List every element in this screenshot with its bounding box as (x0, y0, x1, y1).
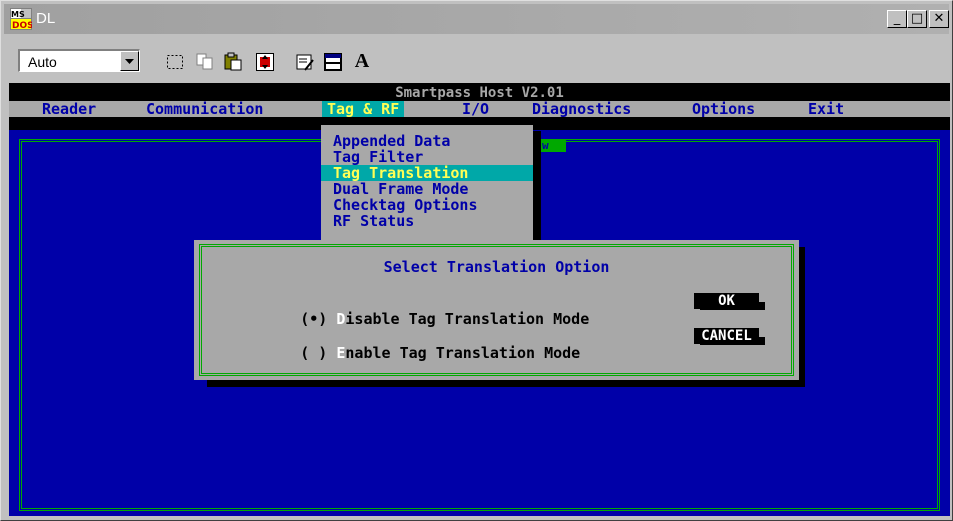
option-enable-translation[interactable]: ( ) Enable Tag Translation Mode (228, 326, 580, 380)
fullscreen-button[interactable] (252, 49, 276, 73)
mark-button[interactable] (162, 49, 186, 73)
dropdown-item-appended-data[interactable]: Appended Data (321, 133, 533, 149)
dropdown-item-rf-status[interactable]: RF Status (321, 213, 533, 229)
properties-button[interactable] (292, 49, 316, 73)
font-button[interactable]: A (350, 49, 374, 73)
host-title: Smartpass Host V2.01 (395, 85, 564, 101)
close-button[interactable]: ✕ (929, 10, 949, 28)
svg-text:MS: MS (11, 10, 25, 19)
svg-text:DOS: DOS (12, 21, 32, 30)
background-button[interactable] (320, 49, 344, 73)
properties-icon (296, 54, 314, 71)
dropdown-item-checktag-options[interactable]: Checktag Options (321, 197, 533, 213)
cancel-button[interactable]: CANCEL (694, 328, 759, 344)
toolbar: Auto A (4, 39, 949, 79)
paste-icon (224, 52, 242, 71)
dropdown-arrow-icon (125, 59, 134, 64)
maximize-button[interactable]: □ (907, 10, 927, 28)
menu-reader[interactable]: Reader (37, 101, 101, 117)
menu-bar: Reader Communication Tag & RF I/O Diagno… (9, 101, 950, 117)
radio-empty-icon: ( ) (300, 344, 337, 362)
dialog-title: Select Translation Option (383, 258, 610, 276)
dos-window: MS DOS DL _ □ ✕ Auto A Smartpass Host V2… (0, 0, 953, 521)
minimize-button[interactable]: _ (887, 10, 907, 28)
paste-button[interactable] (220, 49, 244, 73)
copy-button[interactable] (192, 49, 216, 73)
minimize-icon: _ (893, 11, 901, 26)
window-title: DL (36, 10, 56, 27)
dropdown-item-tag-filter[interactable]: Tag Filter (321, 149, 533, 165)
font-size-dropdown-button[interactable] (120, 51, 139, 71)
close-icon: ✕ (933, 11, 945, 26)
font-icon: A (354, 50, 370, 72)
background-icon (324, 53, 342, 71)
dos-screen[interactable]: Smartpass Host V2.01 Reader Communicatio… (9, 83, 950, 516)
dropdown-item-tag-translation[interactable]: Tag Translation (321, 165, 533, 181)
tag-rf-dropdown: Appended Data Tag Filter Tag Translation… (321, 125, 533, 243)
menu-options[interactable]: Options (687, 101, 760, 117)
ok-button[interactable]: OK (694, 293, 759, 309)
fullscreen-icon (256, 53, 274, 71)
maximize-icon: □ (910, 11, 924, 26)
menu-io[interactable]: I/O (457, 101, 494, 117)
option-label: nable Tag Translation Mode (345, 344, 581, 362)
font-size-select[interactable]: Auto (18, 49, 140, 72)
dropdown-item-dual-frame-mode[interactable]: Dual Frame Mode (321, 181, 533, 197)
title-bar[interactable]: MS DOS DL _ □ ✕ (4, 4, 949, 34)
menu-tag-rf[interactable]: Tag & RF (322, 101, 405, 117)
msdos-app-icon[interactable]: MS DOS (10, 8, 32, 30)
menu-exit[interactable]: Exit (803, 101, 849, 117)
font-size-value: Auto (28, 54, 57, 70)
translation-dialog: Select Translation Option (•) Disable Ta… (194, 240, 799, 380)
menu-diagnostics[interactable]: Diagnostics (527, 101, 636, 117)
menu-communication[interactable]: Communication (141, 101, 268, 117)
copy-icon (196, 53, 213, 70)
mark-icon (167, 55, 183, 69)
